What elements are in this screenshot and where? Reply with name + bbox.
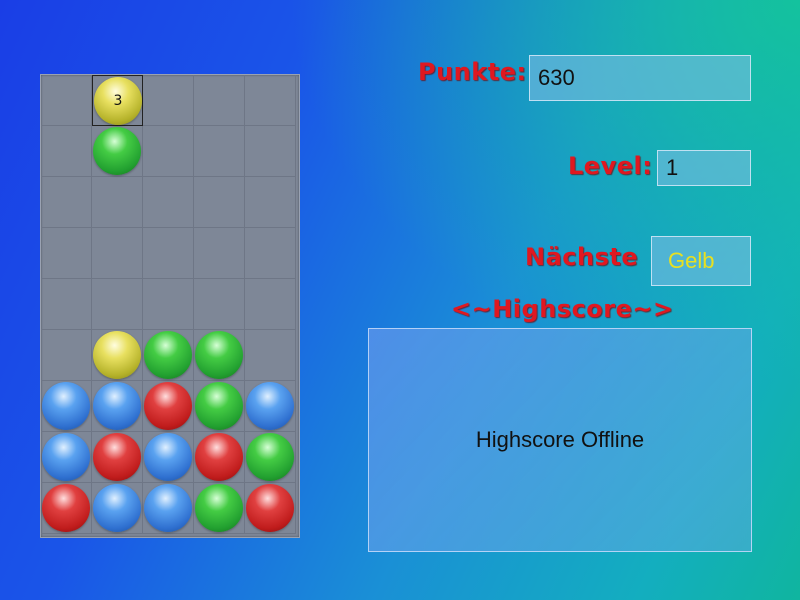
board-cell[interactable] [245,279,296,330]
next-value: Gelb [651,236,751,286]
level-value: 1 [657,150,751,186]
board-cell[interactable] [245,177,296,228]
board-cell[interactable] [194,483,245,534]
blue-ball[interactable] [42,382,90,430]
green-ball[interactable] [93,127,141,175]
red-ball[interactable] [93,433,141,481]
board-cell[interactable] [41,228,92,279]
board-cell[interactable] [143,381,194,432]
green-ball[interactable] [144,331,192,379]
green-ball[interactable] [195,382,243,430]
board-cell[interactable] [143,177,194,228]
board-cell[interactable] [92,279,143,330]
board-cell[interactable] [92,126,143,177]
board-cell[interactable] [41,279,92,330]
board-cell[interactable] [245,381,296,432]
green-ball[interactable] [195,331,243,379]
board-cell[interactable] [194,126,245,177]
board-cell[interactable] [41,432,92,483]
board-cell[interactable] [245,330,296,381]
red-ball[interactable] [144,382,192,430]
board-cell[interactable] [143,279,194,330]
board-cell[interactable] [245,126,296,177]
blue-ball[interactable] [93,382,141,430]
board-cell[interactable] [92,381,143,432]
level-label: Level: [568,152,653,180]
board-cell[interactable] [41,126,92,177]
game-window: { "labels": { "score": "Punkte:", "level… [0,0,800,600]
board-cell[interactable] [143,330,194,381]
board-cell[interactable] [245,432,296,483]
green-ball[interactable] [195,484,243,532]
blue-ball[interactable] [144,484,192,532]
game-board[interactable]: 3 [40,74,300,538]
ball-counter: 3 [113,93,123,109]
board-cell[interactable] [194,279,245,330]
next-label: Nächste [525,243,639,271]
board-cell[interactable] [41,330,92,381]
board-cell[interactable] [92,432,143,483]
green-ball[interactable] [246,433,294,481]
red-ball[interactable] [42,484,90,532]
board-cell[interactable] [245,75,296,126]
red-ball[interactable] [195,433,243,481]
board-cell[interactable] [92,330,143,381]
board-cell-selected[interactable]: 3 [92,75,143,126]
board-cell[interactable] [143,75,194,126]
yellow-ball[interactable] [93,331,141,379]
board-cell[interactable] [92,177,143,228]
board-cell[interactable] [41,381,92,432]
board-cell[interactable] [194,432,245,483]
board-cell[interactable] [41,177,92,228]
blue-ball[interactable] [144,433,192,481]
board-cell[interactable] [143,228,194,279]
blue-ball[interactable] [93,484,141,532]
board-cell[interactable] [194,177,245,228]
board-cell[interactable] [92,228,143,279]
board-cell[interactable] [143,126,194,177]
blue-ball[interactable] [246,382,294,430]
yellow-ball[interactable]: 3 [94,77,142,125]
board-cell[interactable] [194,330,245,381]
highscore-panel: Highscore Offline [368,328,752,552]
red-ball[interactable] [246,484,294,532]
board-cell[interactable] [245,228,296,279]
score-value: 630 [529,55,751,101]
board-cell[interactable] [143,432,194,483]
board-cell[interactable] [245,483,296,534]
highscore-status: Highscore Offline [475,427,645,452]
board-cell[interactable] [194,75,245,126]
blue-ball[interactable] [42,433,90,481]
board-cell[interactable] [143,483,194,534]
board-cell[interactable] [194,381,245,432]
board-cell[interactable] [92,483,143,534]
score-label: Punkte: [418,58,527,86]
board-cell[interactable] [41,75,92,126]
highscore-title: <~Highscore~> [451,295,674,323]
board-cell[interactable] [41,483,92,534]
board-cell[interactable] [194,228,245,279]
